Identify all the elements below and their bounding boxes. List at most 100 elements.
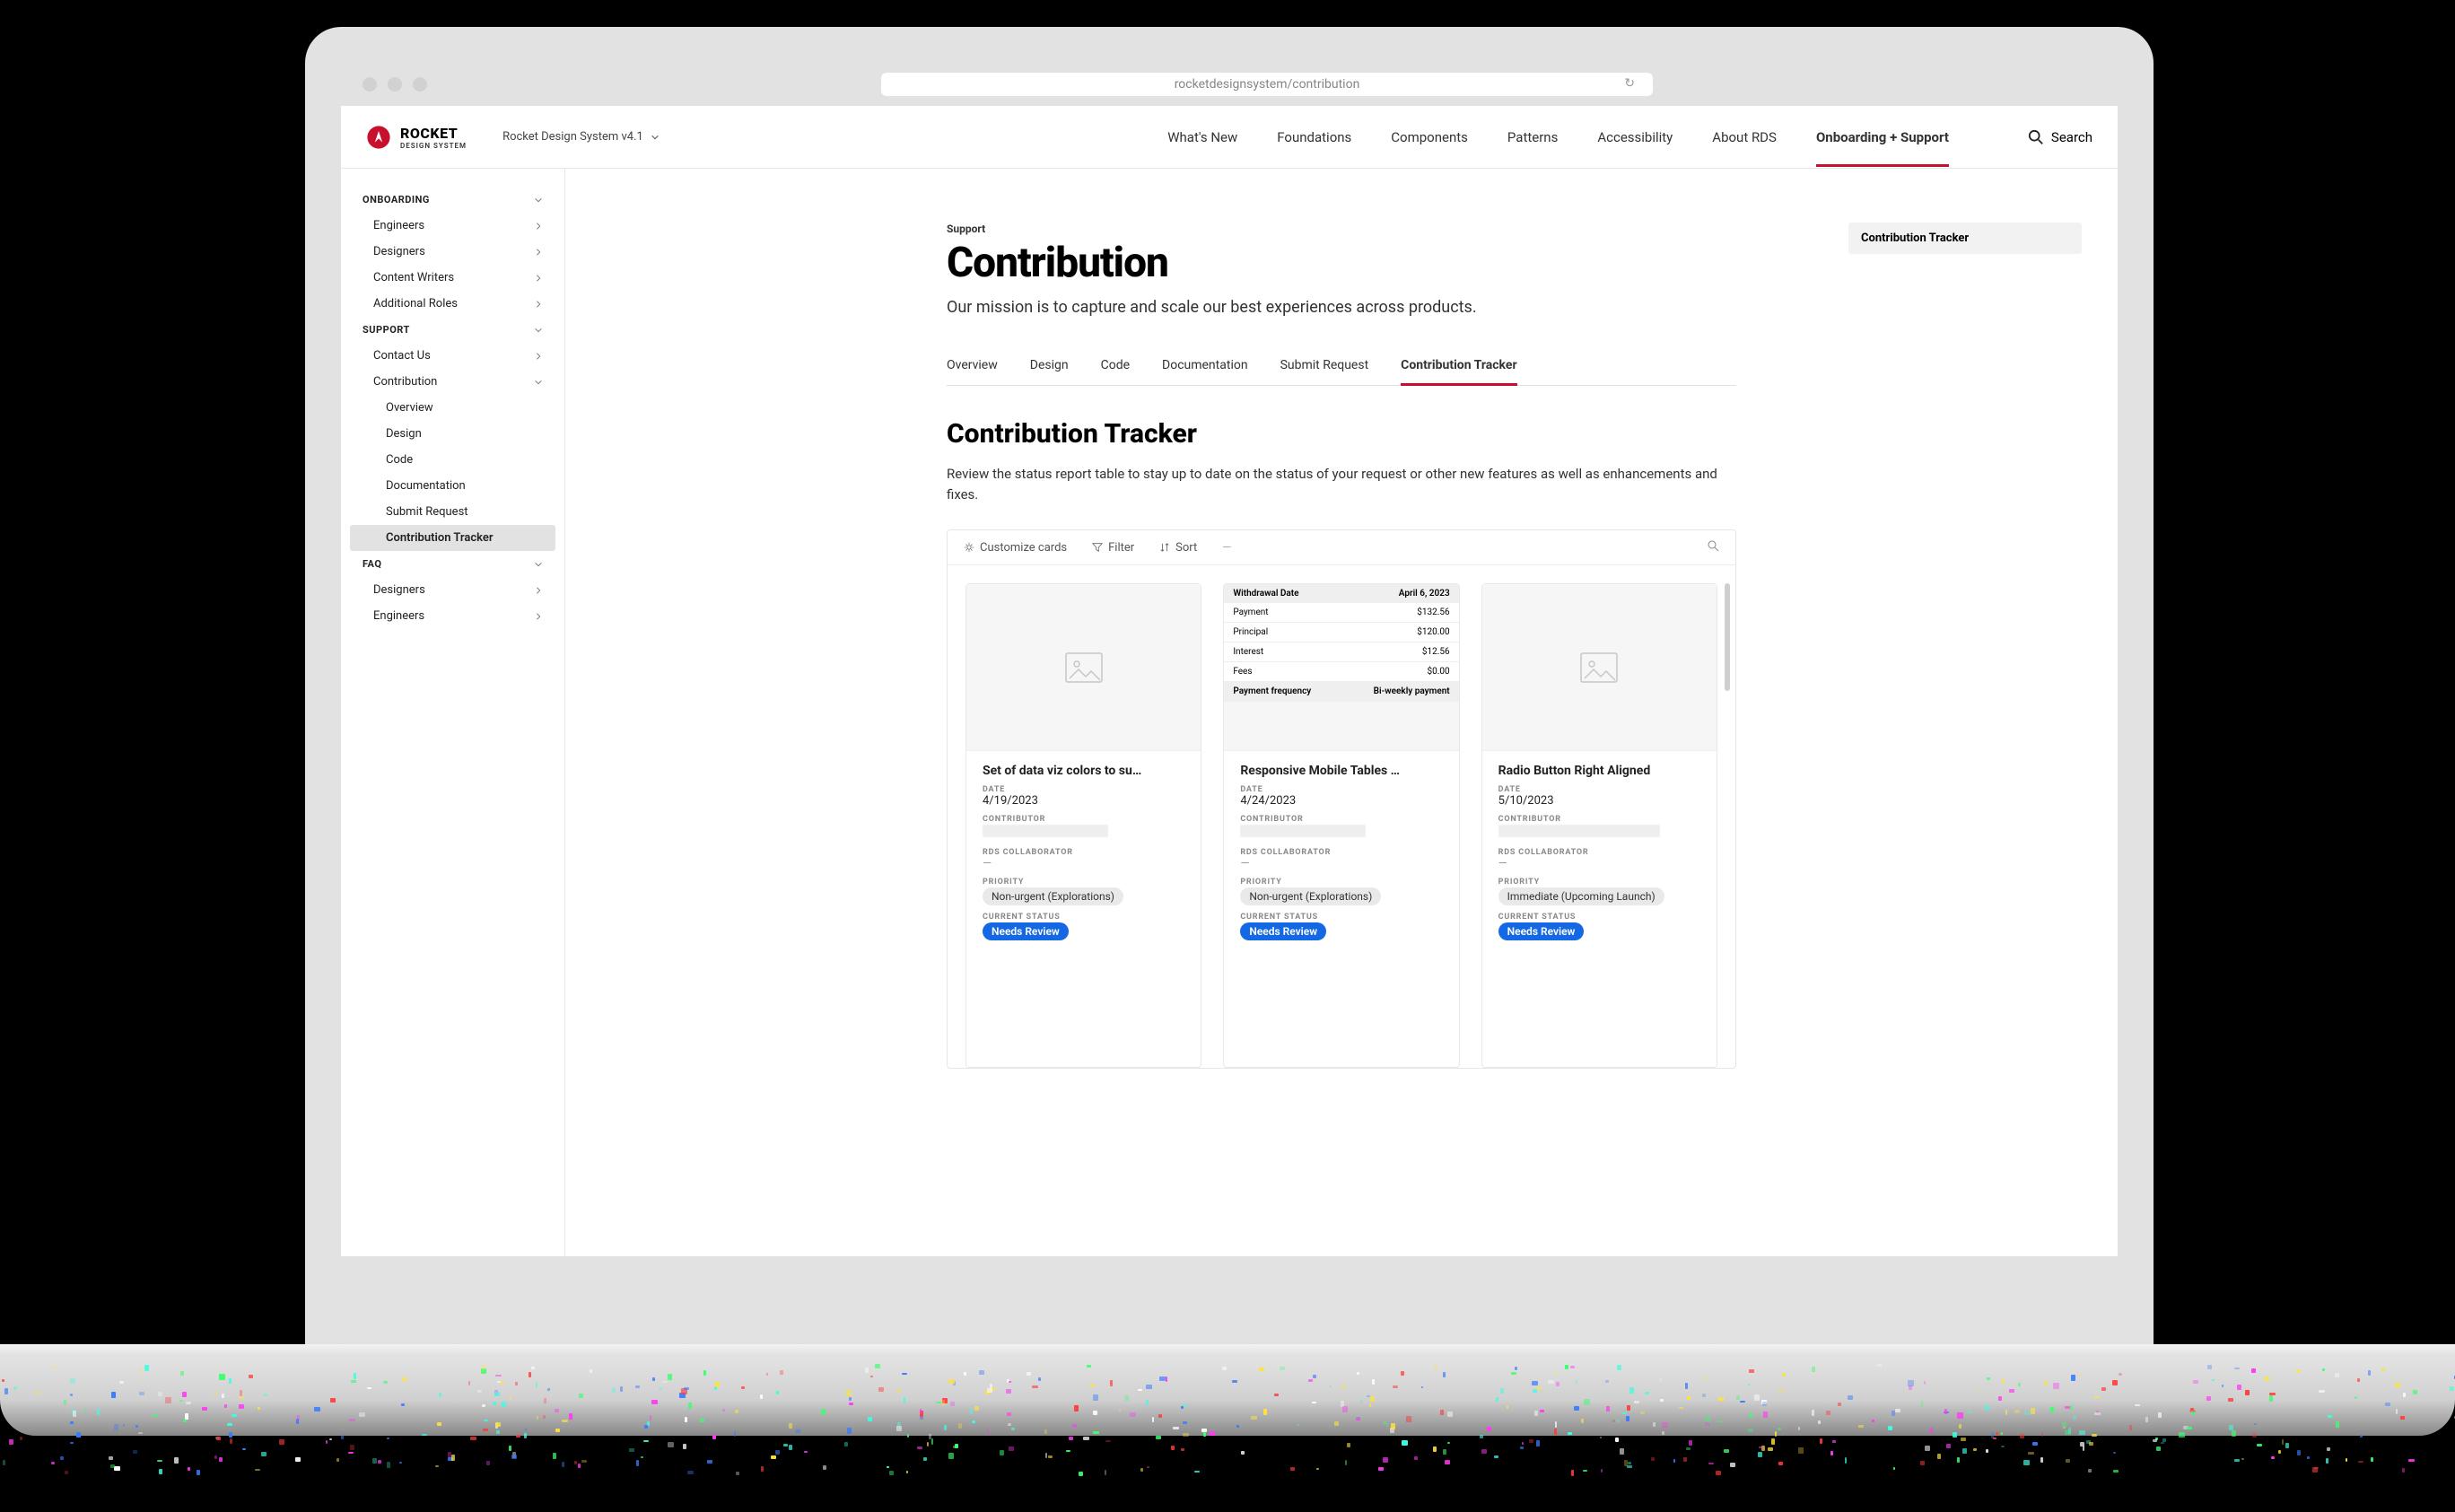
primary-nav: What's New Foundations Components Patter…: [1167, 108, 2092, 167]
chevron-down-icon: [534, 196, 543, 205]
nav-accessibility[interactable]: Accessibility: [1597, 108, 1673, 167]
section-title: Contribution Tracker: [947, 418, 1736, 450]
section-description: Review the status report table to stay u…: [947, 464, 1736, 504]
card-date: 5/10/2023: [1498, 794, 1700, 808]
nav-about[interactable]: About RDS: [1712, 108, 1777, 167]
priority-pill: Non-urgent (Explorations): [983, 887, 1123, 905]
sidebar-sub-overview[interactable]: Overview: [350, 395, 555, 421]
card-collab-label: RDS COLLABORATOR: [983, 848, 1184, 857]
url-text: rocketdesignsystem/contribution: [1175, 77, 1360, 92]
card-date: 4/24/2023: [1240, 794, 1442, 808]
sidebar-group-onboarding[interactable]: ONBOARDING: [350, 187, 555, 213]
image-placeholder-icon: [1577, 646, 1621, 689]
tab-contribution-tracker[interactable]: Contribution Tracker: [1401, 349, 1516, 385]
card-collab-label: RDS COLLABORATOR: [1498, 848, 1700, 857]
sidebar-sub-contribution-tracker[interactable]: Contribution Tracker: [350, 525, 555, 551]
chevron-down-icon: [534, 326, 543, 335]
customize-cards-button[interactable]: Customize cards: [964, 541, 1067, 555]
nav-foundations[interactable]: Foundations: [1277, 108, 1351, 167]
sidebar-item-contribution[interactable]: Contribution: [350, 369, 555, 395]
card-priority-label: PRIORITY: [983, 878, 1184, 887]
card-collab-value: —: [983, 857, 1184, 870]
window-controls: [363, 77, 427, 92]
card-contributor-label: CONTRIBUTOR: [983, 815, 1184, 824]
chevron-right-icon: [534, 352, 543, 361]
card[interactable]: Radio Button Right Aligned DATE5/10/2023…: [1481, 583, 1717, 1068]
card-title: Radio Button Right Aligned: [1498, 764, 1700, 778]
sidebar-sub-documentation[interactable]: Documentation: [350, 473, 555, 499]
priority-pill: Immediate (Upcoming Launch): [1498, 887, 1664, 905]
card-contributor-label: CONTRIBUTOR: [1240, 815, 1442, 824]
sidebar-item-designers[interactable]: Designers: [350, 239, 555, 265]
url-bar[interactable]: rocketdesignsystem/contribution ↻: [881, 73, 1653, 96]
card-contributor-redacted: [1498, 825, 1660, 837]
card-preview-placeholder: [1482, 584, 1717, 751]
search-button[interactable]: Search: [2028, 129, 2092, 145]
logo[interactable]: ROCKET DESIGN SYSTEM: [366, 125, 467, 150]
sidebar-sub-submit-request[interactable]: Submit Request: [350, 499, 555, 525]
search-icon: [1707, 539, 1719, 552]
sidebar: ONBOARDING Engineers Designers Content W…: [341, 169, 565, 1256]
nav-components[interactable]: Components: [1391, 108, 1468, 167]
window-maximize-icon[interactable]: [413, 77, 427, 92]
card-contributor-label: CONTRIBUTOR: [1498, 815, 1700, 824]
window-close-icon[interactable]: [363, 77, 377, 92]
laptop-base: [0, 1346, 2455, 1436]
tab-design[interactable]: Design: [1030, 349, 1069, 385]
sidebar-item-faq-designers[interactable]: Designers: [350, 577, 555, 603]
nav-whats-new[interactable]: What's New: [1167, 108, 1237, 167]
card-date-label: DATE: [983, 785, 1184, 794]
card-status-label: CURRENT STATUS: [1240, 913, 1442, 922]
page-tabs: Overview Design Code Documentation Submi…: [947, 349, 1736, 386]
sidebar-item-faq-engineers[interactable]: Engineers: [350, 603, 555, 629]
sort-button[interactable]: Sort: [1159, 541, 1197, 555]
toc-item[interactable]: Contribution Tracker: [1848, 223, 2082, 254]
tab-overview[interactable]: Overview: [947, 349, 998, 385]
more-button[interactable]: —: [1222, 541, 1231, 555]
tab-code[interactable]: Code: [1101, 349, 1130, 385]
table-of-contents: Contribution Tracker: [1848, 223, 2082, 254]
browser-chrome: rocketdesignsystem/contribution ↻: [341, 63, 2118, 106]
nav-onboarding-support[interactable]: Onboarding + Support: [1816, 108, 1949, 167]
sidebar-item-engineers[interactable]: Engineers: [350, 213, 555, 239]
sidebar-sub-code[interactable]: Code: [350, 447, 555, 473]
board-search-button[interactable]: [1707, 539, 1719, 555]
board-canvas[interactable]: Set of data viz colors to su… DATE4/19/2…: [948, 565, 1735, 1068]
refresh-icon[interactable]: ↻: [1624, 76, 1635, 91]
sidebar-group-faq[interactable]: FAQ: [350, 551, 555, 577]
card-preview-table: Withdrawal DateApril 6, 2023 Payment$132…: [1224, 584, 1458, 751]
chevron-right-icon: [534, 612, 543, 621]
card-status-label: CURRENT STATUS: [1498, 913, 1700, 922]
card[interactable]: Set of data viz colors to su… DATE4/19/2…: [965, 583, 1201, 1068]
card-status-label: CURRENT STATUS: [983, 913, 1184, 922]
chevron-right-icon: [534, 586, 543, 595]
board-toolbar: Customize cards Filter Sort —: [948, 530, 1735, 565]
card[interactable]: Withdrawal DateApril 6, 2023 Payment$132…: [1223, 583, 1459, 1068]
topbar: ROCKET DESIGN SYSTEM Rocket Design Syste…: [341, 106, 2118, 169]
filter-icon: [1092, 542, 1103, 553]
scrollbar[interactable]: [1725, 583, 1730, 691]
status-pill: Needs Review: [1498, 922, 1585, 940]
priority-pill: Non-urgent (Explorations): [1240, 887, 1381, 905]
sidebar-group-support[interactable]: SUPPORT: [350, 317, 555, 343]
sidebar-item-content-writers[interactable]: Content Writers: [350, 265, 555, 291]
card-priority-label: PRIORITY: [1240, 878, 1442, 887]
nav-patterns[interactable]: Patterns: [1507, 108, 1558, 167]
sidebar-item-contact-us[interactable]: Contact Us: [350, 343, 555, 369]
chevron-right-icon: [534, 222, 543, 231]
sidebar-item-additional-roles[interactable]: Additional Roles: [350, 291, 555, 317]
card-collab-value: —: [1240, 857, 1442, 870]
filter-button[interactable]: Filter: [1092, 541, 1134, 555]
version-selector[interactable]: Rocket Design System v4.1: [502, 130, 660, 144]
chevron-down-icon: [651, 133, 660, 142]
tab-submit-request[interactable]: Submit Request: [1280, 349, 1369, 385]
tab-documentation[interactable]: Documentation: [1162, 349, 1248, 385]
card-contributor-redacted: [1240, 825, 1366, 837]
sidebar-sub-design[interactable]: Design: [350, 421, 555, 447]
version-label: Rocket Design System v4.1: [502, 130, 643, 144]
card-priority-label: PRIORITY: [1498, 878, 1700, 887]
page-subtitle: Our mission is to capture and scale our …: [947, 298, 1736, 317]
card-collab-label: RDS COLLABORATOR: [1240, 848, 1442, 857]
window-minimize-icon[interactable]: [388, 77, 402, 92]
chevron-down-icon: [534, 560, 543, 569]
